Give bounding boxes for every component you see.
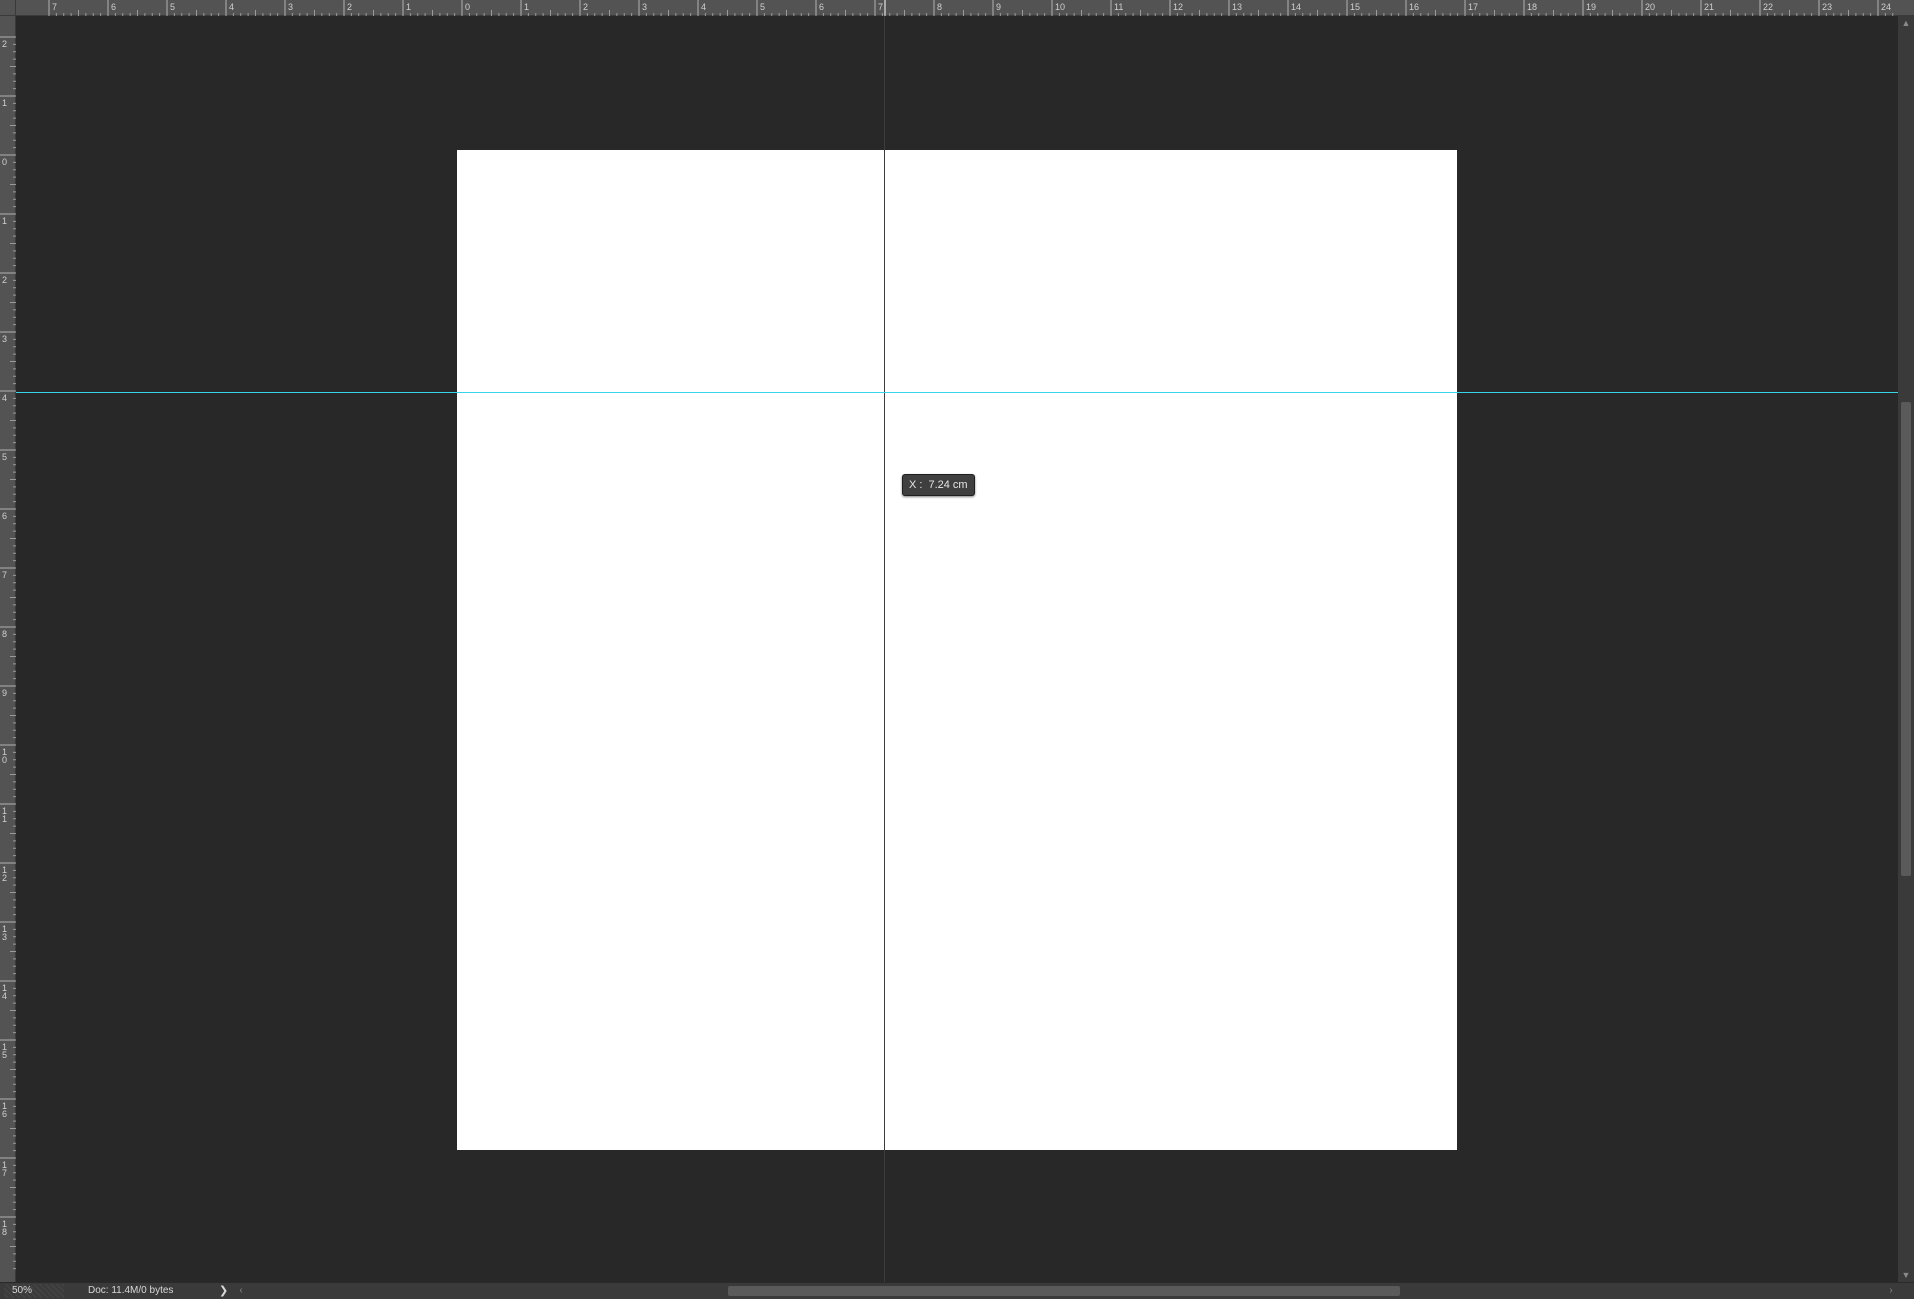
ruler-left-label: 4 [2, 991, 7, 1001]
ruler-left-label: 9 [2, 688, 7, 698]
ruler-top-label: 4 [701, 2, 706, 12]
scroll-up-icon[interactable]: ▲ [1898, 16, 1914, 30]
ruler-left-label: 7 [2, 570, 7, 580]
ruler-left-label: 1 [2, 98, 7, 108]
ruler-top-label: 0 [465, 2, 470, 12]
canvas-area[interactable]: X : 7.24 cm [16, 16, 1898, 1282]
ruler-left-label: 0 [2, 755, 7, 765]
ruler-left-label: 6 [2, 511, 7, 521]
ruler-top-label: 24 [1881, 2, 1891, 12]
ruler-top-label: 17 [1468, 2, 1478, 12]
ruler-left-label: 3 [2, 932, 7, 942]
vertical-ruler[interactable]: 210123456789101112131415161718 [0, 16, 16, 1282]
ruler-top-label: 19 [1586, 2, 1596, 12]
ruler-top-label: 9 [996, 2, 1001, 12]
ruler-left-label: 1 [2, 814, 7, 824]
ruler-top-label: 5 [170, 2, 175, 12]
ruler-top-label: 7 [52, 2, 57, 12]
ruler-left-label: 8 [2, 629, 7, 639]
ruler-left-label: 6 [2, 1109, 7, 1119]
ruler-top-label: 1 [524, 2, 529, 12]
vertical-scroll-thumb[interactable] [1901, 402, 1911, 876]
tooltip-value: 7.24 cm [928, 479, 968, 491]
ruler-left-label: 2 [2, 275, 7, 285]
scroll-left-icon[interactable]: ‹ [234, 1284, 248, 1298]
ruler-corner[interactable] [0, 0, 16, 16]
ruler-top-label: 18 [1527, 2, 1537, 12]
status-bar: 50% Doc: 11.4M/0 bytes ❯ ‹ › [0, 1282, 1914, 1299]
ruler-top-label: 6 [819, 2, 824, 12]
document-info: Doc: 11.4M/0 bytes [88, 1285, 174, 1296]
guide-position-tooltip: X : 7.24 cm [902, 474, 975, 496]
horizontal-guide[interactable] [16, 392, 1898, 393]
ruler-left-label: 7 [2, 1168, 7, 1178]
ruler-left-label: 1 [2, 216, 7, 226]
ruler-left-label: 8 [2, 1227, 7, 1237]
ruler-top-label: 21 [1704, 2, 1714, 12]
document-canvas[interactable] [457, 150, 1457, 1150]
ruler-left-label: 3 [2, 334, 7, 344]
ruler-left-label: 5 [2, 452, 7, 462]
ruler-top-label: 20 [1645, 2, 1655, 12]
ruler-top-label: 22 [1763, 2, 1773, 12]
vertical-scrollbar[interactable]: ▲ ▼ [1898, 16, 1914, 1282]
ruler-top-label: 3 [642, 2, 647, 12]
ruler-top-label: 2 [583, 2, 588, 12]
ruler-top-label: 23 [1822, 2, 1832, 12]
zoom-level-field[interactable]: 50% [4, 1284, 64, 1298]
ruler-top-label: 6 [111, 2, 116, 12]
horizontal-scrollbar[interactable]: ‹ › [234, 1284, 1898, 1298]
vertical-guide[interactable] [884, 16, 885, 1282]
ruler-top-label: 16 [1409, 2, 1419, 12]
tooltip-label: X : [909, 479, 923, 491]
ruler-top-label: 8 [937, 2, 942, 12]
ruler-top-label: 4 [229, 2, 234, 12]
ruler-left-label: 2 [2, 39, 7, 49]
scroll-down-icon[interactable]: ▼ [1898, 1268, 1914, 1282]
ruler-left-label: 2 [2, 873, 7, 883]
scroll-right-icon[interactable]: › [1884, 1284, 1898, 1298]
ruler-top-label: 12 [1173, 2, 1183, 12]
ruler-top-label: 10 [1055, 2, 1065, 12]
ruler-top-label: 3 [288, 2, 293, 12]
ruler-top-label: 5 [760, 2, 765, 12]
ruler-top-label: 13 [1232, 2, 1242, 12]
ruler-left-label: 4 [2, 393, 7, 403]
ruler-top-label: 1 [406, 2, 411, 12]
ruler-top-label: 15 [1350, 2, 1360, 12]
horizontal-scroll-thumb[interactable] [728, 1286, 1400, 1296]
ruler-top-label: 11 [1114, 2, 1123, 12]
ruler-top-label: 7 [878, 2, 883, 12]
ruler-left-label: 0 [2, 157, 7, 167]
ruler-right-corner [1898, 0, 1914, 16]
ruler-left-label: 5 [2, 1050, 7, 1060]
ruler-top-label: 14 [1291, 2, 1301, 12]
ruler-top-label: 2 [347, 2, 352, 12]
status-menu-arrow-icon[interactable]: ❯ [219, 1283, 228, 1299]
horizontal-ruler[interactable]: 7 6 5 4 3 2 1 0 1 2 3 4 5 6 7 8 9 10 11 12 13 14 15 16 17 18 19 20 2… [16, 0, 1898, 16]
